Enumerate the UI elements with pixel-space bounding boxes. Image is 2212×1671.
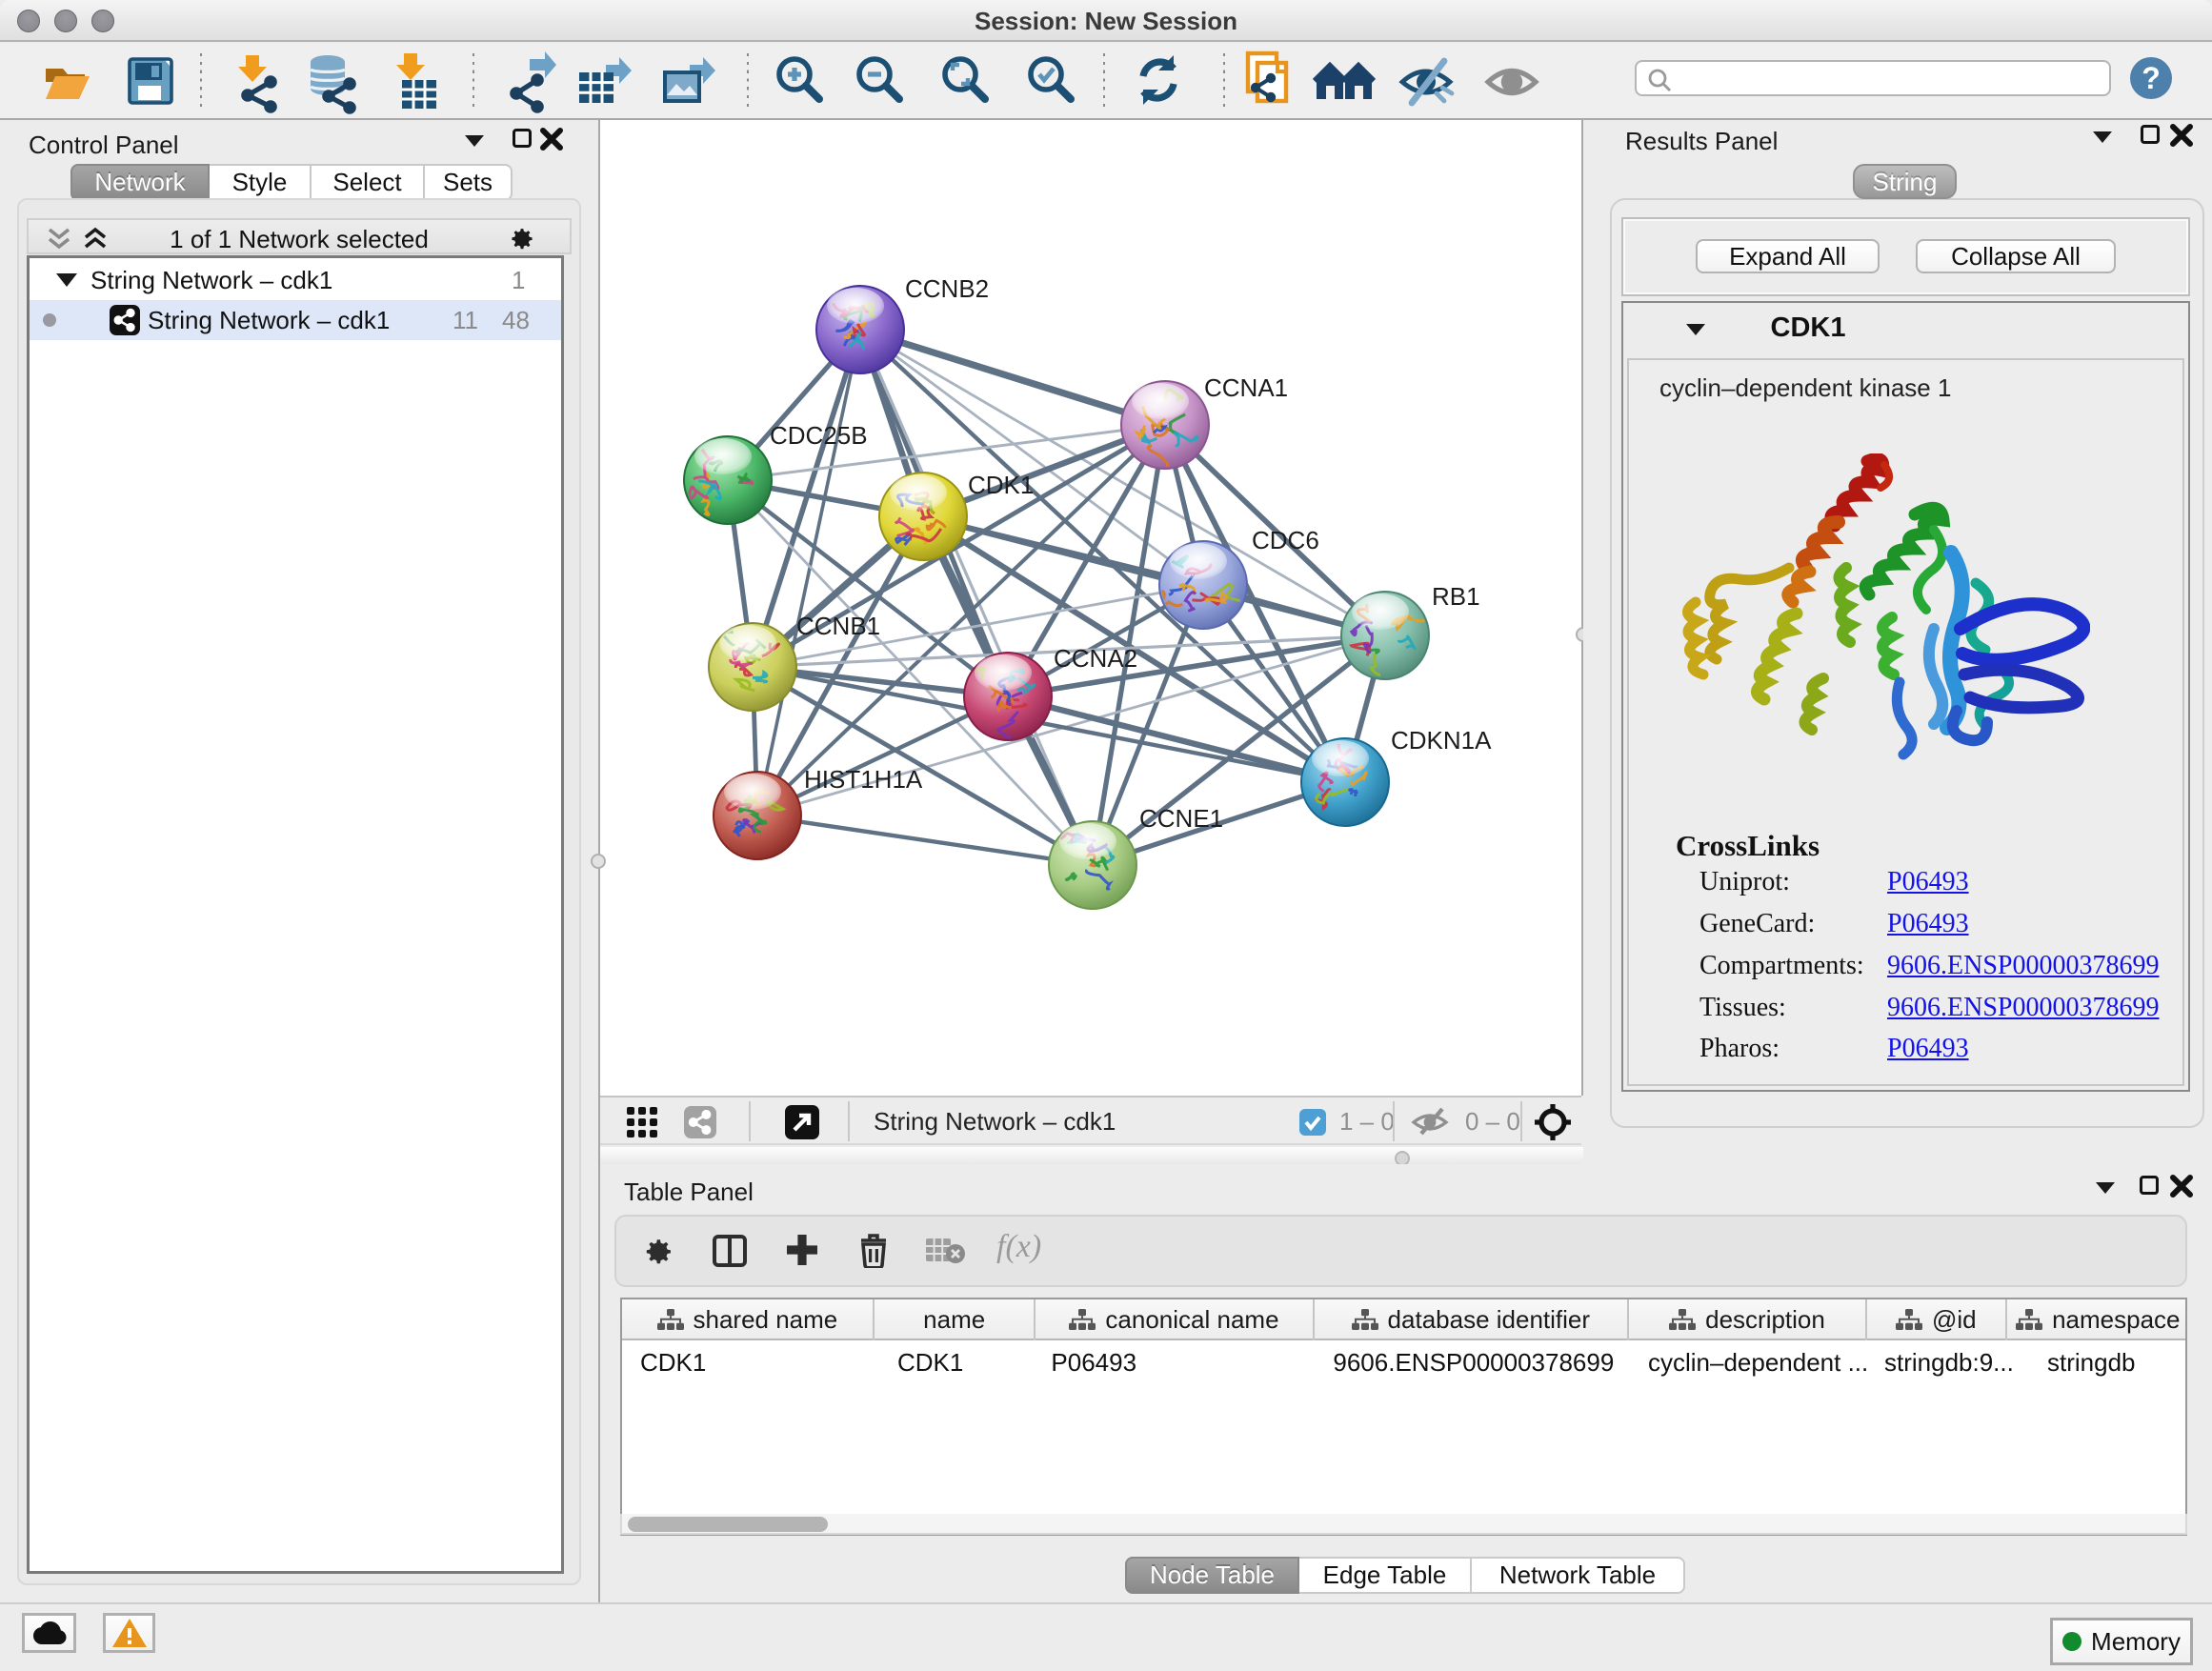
svg-text:CDK1: CDK1: [968, 471, 1034, 499]
svg-text:CCNB2: CCNB2: [905, 274, 989, 303]
svg-text:RB1: RB1: [1432, 582, 1480, 611]
svg-text:HIST1H1A: HIST1H1A: [804, 765, 923, 794]
svg-text:CDKN1A: CDKN1A: [1391, 726, 1492, 755]
svg-text:CDC25B: CDC25B: [770, 421, 868, 450]
svg-text:CCNE1: CCNE1: [1139, 804, 1223, 833]
svg-text:CDC6: CDC6: [1252, 526, 1319, 554]
svg-text:CCNA2: CCNA2: [1054, 644, 1137, 673]
svg-text:?: ?: [2142, 61, 2161, 95]
svg-text:CCNB1: CCNB1: [796, 612, 880, 640]
svg-text:CCNA1: CCNA1: [1204, 373, 1288, 402]
